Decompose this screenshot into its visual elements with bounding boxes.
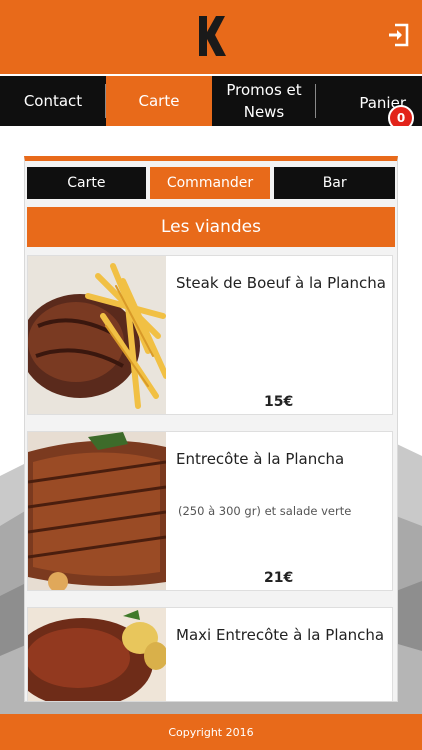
menu-card: Carte Commander Bar Les viandes Steak de… [24, 156, 398, 702]
section-title: Les viandes [27, 207, 395, 247]
subtab-carte-label: Carte [67, 175, 106, 191]
item-price: 15€ [264, 394, 294, 410]
nav-carte-label: Carte [138, 92, 180, 110]
exit-icon[interactable] [388, 22, 410, 48]
entrecote-photo [28, 432, 166, 590]
app-header [0, 0, 422, 74]
nav-carte[interactable]: Carte [106, 76, 212, 126]
menu-item[interactable]: Maxi Entrecôte à la Plancha [27, 607, 393, 701]
item-name: Entrecôte à la Plancha [176, 450, 345, 468]
item-name: Maxi Entrecôte à la Plancha [176, 626, 385, 644]
nav-promos-news[interactable]: Promos et News [212, 76, 316, 126]
subtab-bar[interactable]: Bar [274, 167, 395, 199]
menu-item[interactable]: Steak de Boeuf à la Plancha 15€ [27, 255, 393, 415]
steak-fries-photo [28, 256, 166, 414]
subtab-commander[interactable]: Commander [149, 167, 271, 199]
nav-contact-label: Contact [23, 92, 83, 110]
logo-k [196, 14, 228, 58]
subtab-commander-label: Commander [166, 175, 254, 191]
subtabs: Carte Commander Bar [27, 167, 395, 199]
menu-item[interactable]: Entrecôte à la Plancha (250 à 300 gr) et… [27, 431, 393, 591]
subtab-bar-label: Bar [322, 175, 347, 191]
footer: Copyright 2016 [0, 714, 422, 750]
maxi-entrecote-photo [28, 608, 166, 701]
item-name: Steak de Boeuf à la Plancha [176, 274, 386, 292]
subtab-carte[interactable]: Carte [27, 167, 146, 199]
item-description: (250 à 300 gr) et salade verte [178, 504, 352, 518]
main-nav: Contact Carte Promos et News Panier [0, 76, 422, 126]
copyright-text: Copyright 2016 [168, 725, 254, 739]
nav-promos-label: Promos et News [226, 81, 302, 121]
nav-contact[interactable]: Contact [0, 76, 106, 126]
item-price: 21€ [264, 570, 294, 586]
